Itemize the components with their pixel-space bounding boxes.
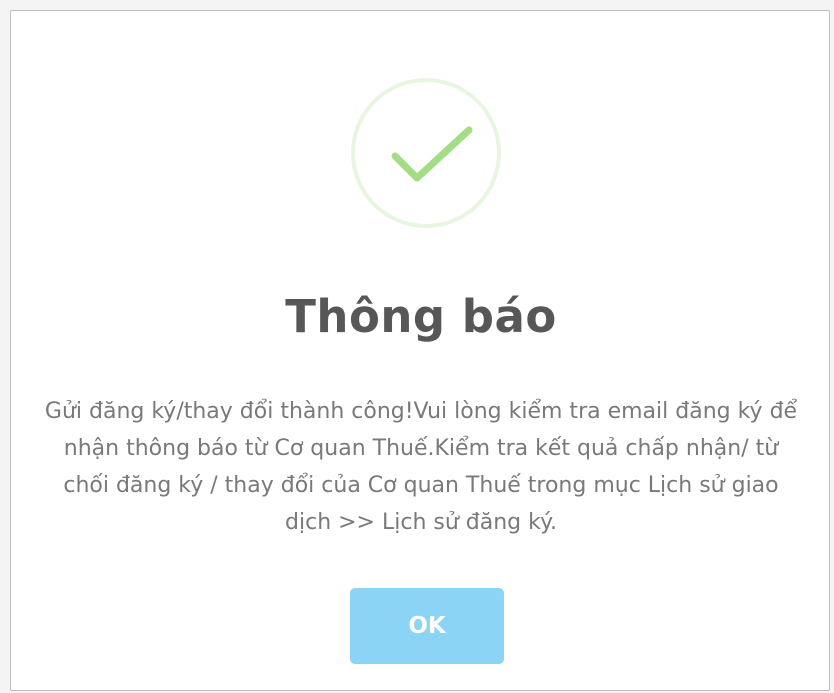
- dialog-title: Thông báo: [285, 290, 557, 343]
- success-dialog: Thông báo Gửi đăng ký/thay đổi thành côn…: [10, 10, 830, 691]
- success-checkmark-icon: [351, 78, 501, 228]
- dialog-message: Gửi đăng ký/thay đổi thành công!Vui lòng…: [44, 399, 798, 535]
- screen-background: Thông báo Gửi đăng ký/thay đổi thành côn…: [0, 0, 834, 693]
- checkmark-icon: [391, 126, 473, 182]
- ok-button[interactable]: OK: [350, 588, 504, 664]
